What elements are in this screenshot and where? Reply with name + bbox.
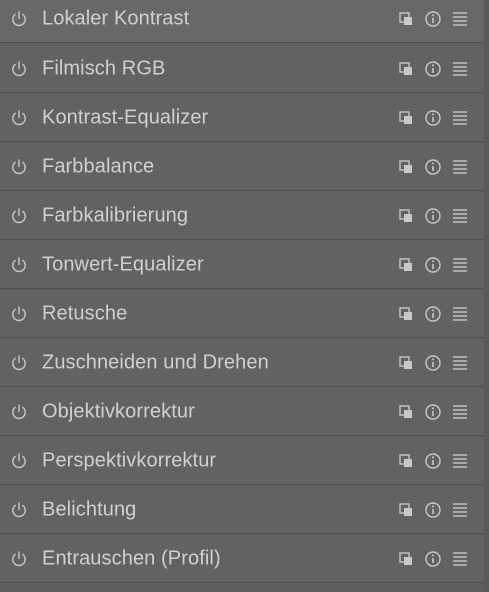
module-label: Tonwert-Equalizer <box>42 253 204 275</box>
module-row[interactable]: Lokaler Kontrast <box>0 0 484 43</box>
module-label: Lokaler Kontrast <box>42 7 190 29</box>
module-row[interactable]: Tonwert-Equalizer <box>0 241 484 289</box>
info-icon[interactable] <box>424 10 442 28</box>
info-icon[interactable] <box>424 354 442 372</box>
duplicate-instance-icon[interactable] <box>397 550 415 568</box>
module-label: Filmisch RGB <box>42 57 166 79</box>
module-label: Farbkalibrierung <box>42 204 189 226</box>
hamburger-menu-icon[interactable] <box>451 550 469 568</box>
duplicate-instance-icon[interactable] <box>397 452 415 470</box>
hamburger-menu-icon[interactable] <box>451 305 469 323</box>
module-row[interactable]: Entrauschen (Profil) <box>0 535 484 583</box>
info-icon[interactable] <box>424 158 442 176</box>
hamburger-menu-icon[interactable] <box>451 354 469 372</box>
module-row[interactable]: Belichtung <box>0 486 484 534</box>
power-icon[interactable] <box>10 10 28 28</box>
info-icon[interactable] <box>424 403 442 421</box>
duplicate-instance-icon[interactable] <box>397 60 415 78</box>
duplicate-instance-icon[interactable] <box>397 403 415 421</box>
module-label: Farbbalance <box>42 155 155 177</box>
power-icon[interactable] <box>10 403 28 421</box>
module-label: Objektivkorrektur <box>42 400 195 422</box>
module-row[interactable]: Perspektivkorrektur <box>0 437 484 485</box>
module-label: Perspektivkorrektur <box>42 449 217 471</box>
power-icon[interactable] <box>10 207 28 225</box>
hamburger-menu-icon[interactable] <box>451 158 469 176</box>
hamburger-menu-icon[interactable] <box>451 256 469 274</box>
info-icon[interactable] <box>424 256 442 274</box>
hamburger-menu-icon[interactable] <box>451 10 469 28</box>
module-label: Entrauschen (Profil) <box>42 547 221 569</box>
info-icon[interactable] <box>424 60 442 78</box>
hamburger-menu-icon[interactable] <box>451 501 469 519</box>
module-row[interactable]: Farbkalibrierung <box>0 192 484 240</box>
module-label: Retusche <box>42 302 128 324</box>
module-row[interactable]: Retusche <box>0 290 484 338</box>
hamburger-menu-icon[interactable] <box>451 403 469 421</box>
module-row[interactable]: Filmisch RGB <box>0 45 484 93</box>
info-icon[interactable] <box>424 207 442 225</box>
power-icon[interactable] <box>10 256 28 274</box>
module-row[interactable]: Kontrast-Equalizer <box>0 94 484 142</box>
duplicate-instance-icon[interactable] <box>397 501 415 519</box>
power-icon[interactable] <box>10 305 28 323</box>
module-row[interactable]: Zuschneiden und Drehen <box>0 339 484 387</box>
hamburger-menu-icon[interactable] <box>451 60 469 78</box>
power-icon[interactable] <box>10 60 28 78</box>
power-icon[interactable] <box>10 501 28 519</box>
module-row[interactable]: Objektivkorrektur <box>0 388 484 436</box>
duplicate-instance-icon[interactable] <box>397 305 415 323</box>
duplicate-instance-icon[interactable] <box>397 207 415 225</box>
power-icon[interactable] <box>10 550 28 568</box>
duplicate-instance-icon[interactable] <box>397 158 415 176</box>
module-label: Kontrast-Equalizer <box>42 106 209 128</box>
info-icon[interactable] <box>424 550 442 568</box>
module-label: Belichtung <box>42 498 137 520</box>
info-icon[interactable] <box>424 109 442 127</box>
hamburger-menu-icon[interactable] <box>451 452 469 470</box>
duplicate-instance-icon[interactable] <box>397 256 415 274</box>
duplicate-instance-icon[interactable] <box>397 109 415 127</box>
power-icon[interactable] <box>10 354 28 372</box>
module-label: Zuschneiden und Drehen <box>42 351 269 373</box>
module-list-panel: Lokaler Kontrast Filmisch RGB Kontrast-E… <box>0 0 489 592</box>
power-icon[interactable] <box>10 452 28 470</box>
hamburger-menu-icon[interactable] <box>451 109 469 127</box>
scrollbar[interactable] <box>484 0 489 592</box>
power-icon[interactable] <box>10 109 28 127</box>
power-icon[interactable] <box>10 158 28 176</box>
duplicate-instance-icon[interactable] <box>397 354 415 372</box>
hamburger-menu-icon[interactable] <box>451 207 469 225</box>
info-icon[interactable] <box>424 452 442 470</box>
module-row[interactable]: Farbbalance <box>0 143 484 191</box>
info-icon[interactable] <box>424 305 442 323</box>
duplicate-instance-icon[interactable] <box>397 10 415 28</box>
info-icon[interactable] <box>424 501 442 519</box>
